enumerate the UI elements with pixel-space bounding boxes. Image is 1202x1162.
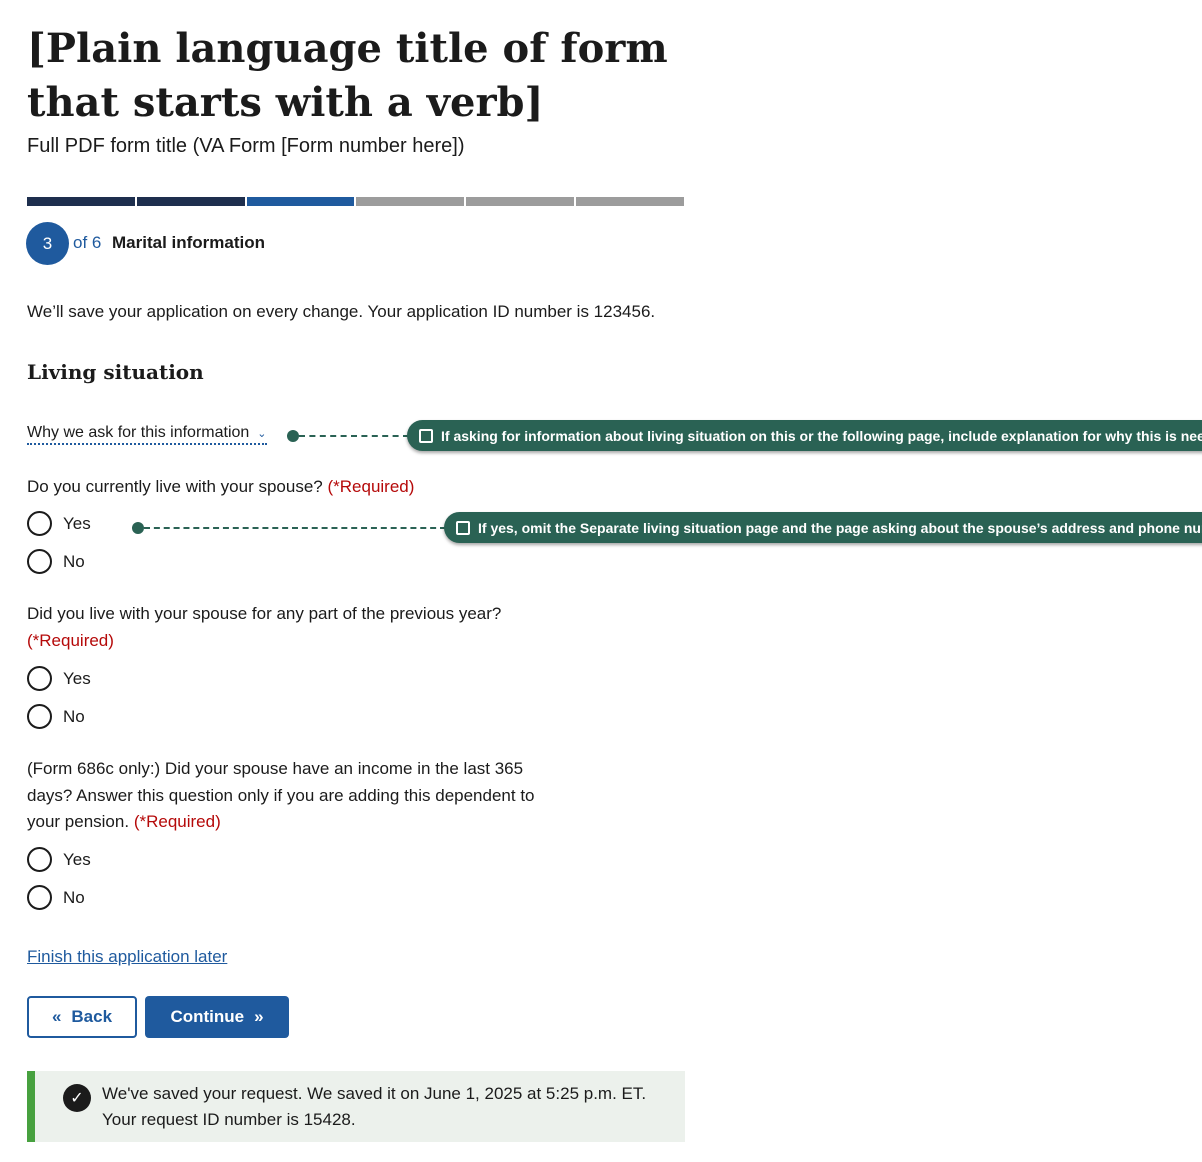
progress-segment-2 [136,197,245,206]
alert-line-1: We've saved your request. We saved it on… [102,1084,647,1103]
progress-segment-5 [466,197,575,206]
annotation-text: If yes, omit the Separate living situati… [478,519,1202,536]
radio-q3-yes[interactable]: Yes [27,847,91,872]
required-label: (*Required) [327,477,415,496]
annotation-connector [144,527,446,529]
section-title: Living situation [27,360,204,384]
annotation-anchor-dot [132,522,144,534]
annotation-text: If asking for information about living s… [441,427,1202,444]
question-live-previous-year: Did you live with your spouse for any pa… [27,601,547,654]
why-we-ask-toggle[interactable]: Why we ask for this information ⌄ [27,424,267,445]
note-icon [456,520,470,535]
success-alert: ✓ We've saved your request. We saved it … [27,1071,685,1142]
alert-line-2: Your request ID number is 15428. [102,1110,356,1129]
radio-label: No [63,706,85,726]
progress-segment-4 [356,197,465,206]
radio-label: No [63,887,85,907]
radio-label: Yes [63,668,91,688]
question-text: Did you live with your spouse for any pa… [27,604,502,623]
note-icon [419,428,433,443]
required-label: (*Required) [133,812,221,831]
double-chevron-right-icon: » [254,1007,264,1026]
page-title: [Plain language title of form that start… [27,25,668,126]
progress-segment-1 [27,197,135,206]
required-label: (*Required) [27,630,114,650]
radio-q1-no[interactable]: No [27,549,85,574]
radio-label: Yes [63,513,91,533]
radio-circle-icon[interactable] [27,885,52,910]
chevron-down-icon: ⌄ [257,427,267,440]
radio-q3-no[interactable]: No [27,885,85,910]
check-circle-icon: ✓ [63,1084,91,1112]
continue-button[interactable]: Continue » [145,996,289,1038]
question-text: Do you currently live with your spouse? [27,477,323,496]
radio-circle-icon[interactable] [27,666,52,691]
radio-circle-icon[interactable] [27,511,52,536]
back-button[interactable]: « Back [27,996,137,1038]
form-subtitle: Full PDF form title (VA Form [Form numbe… [27,135,465,157]
why-we-ask-label: Why we ask for this information [27,424,250,441]
annotation-anchor-dot [287,430,299,442]
progress-bar [27,197,684,206]
annotation-callout-yes: If yes, omit the Separate living situati… [444,512,1202,543]
progress-segment-6 [576,197,684,206]
radio-label: Yes [63,849,91,869]
annotation-callout-why: If asking for information about living s… [407,420,1202,451]
radio-q2-yes[interactable]: Yes [27,666,91,691]
progress-segment-3 [246,197,355,206]
annotation-connector [299,435,409,437]
question-live-with-spouse: Do you currently live with your spouse? … [27,474,547,501]
question-text: (Form 686c only:) Did your spouse have a… [27,759,535,831]
autosave-note: We’ll save your application on every cha… [27,302,656,321]
back-button-label: Back [71,1007,113,1026]
double-chevron-left-icon: « [51,1007,62,1026]
radio-circle-icon[interactable] [27,549,52,574]
step-number-badge: 3 [26,222,69,265]
question-spouse-income: (Form 686c only:) Did your spouse have a… [27,756,537,836]
radio-q1-yes[interactable]: Yes [27,511,91,536]
radio-label: No [63,551,85,571]
radio-q2-no[interactable]: No [27,704,85,729]
finish-later-link[interactable]: Finish this application later [27,947,227,967]
radio-circle-icon[interactable] [27,847,52,872]
alert-text: We've saved your request. We saved it on… [102,1081,646,1133]
radio-circle-icon[interactable] [27,704,52,729]
step-total: of 6 [73,233,102,252]
continue-button-label: Continue [170,1007,245,1026]
step-title: Marital information [112,233,266,252]
